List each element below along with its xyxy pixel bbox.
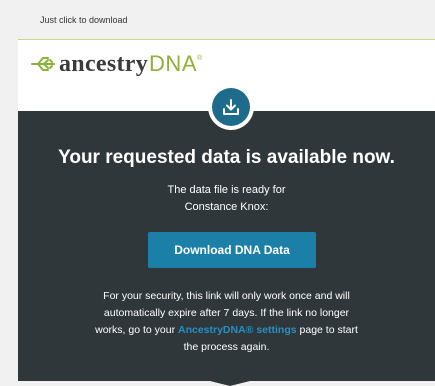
ready-line-1: The data file is ready for — [167, 184, 286, 196]
ready-message: The data file is ready for Constance Kno… — [18, 182, 435, 216]
ancestrydna-settings-link[interactable]: AncestryDNA® settings — [178, 324, 297, 336]
left-margin — [0, 0, 18, 386]
security-line-3-before: works, go to your — [95, 324, 178, 336]
recipient-name: Constance Knox: — [184, 201, 269, 213]
logo-trademark: ® — [197, 54, 203, 62]
headline: Your requested data is available now. — [58, 147, 395, 168]
panel-pointer — [210, 381, 250, 386]
email-page: Just click to download ancestry DNA ® Yo… — [0, 0, 435, 386]
ancestry-dna-logo[interactable]: ancestry DNA ® — [30, 49, 202, 79]
security-line-3: works, go to your AncestryDNA® settings … — [18, 322, 435, 339]
logo-word: ancestry — [59, 50, 149, 77]
security-message: For your security, this link will only w… — [18, 288, 435, 356]
security-line-4: the process again. — [183, 341, 270, 353]
ancestry-leaf-icon — [31, 57, 55, 71]
security-line-3-after: page to start — [296, 324, 358, 336]
download-icon — [223, 99, 239, 115]
security-line-1: For your security, this link will only w… — [103, 290, 350, 302]
security-line-2: automatically expire after 7 days. If th… — [103, 307, 350, 319]
preheader-bar: Just click to download — [18, 0, 435, 40]
download-dna-data-button[interactable]: Download DNA Data — [148, 232, 316, 268]
download-badge — [208, 84, 254, 130]
logo-dna-suffix: DNA — [149, 51, 197, 76]
preheader-text: Just click to download — [40, 15, 128, 25]
